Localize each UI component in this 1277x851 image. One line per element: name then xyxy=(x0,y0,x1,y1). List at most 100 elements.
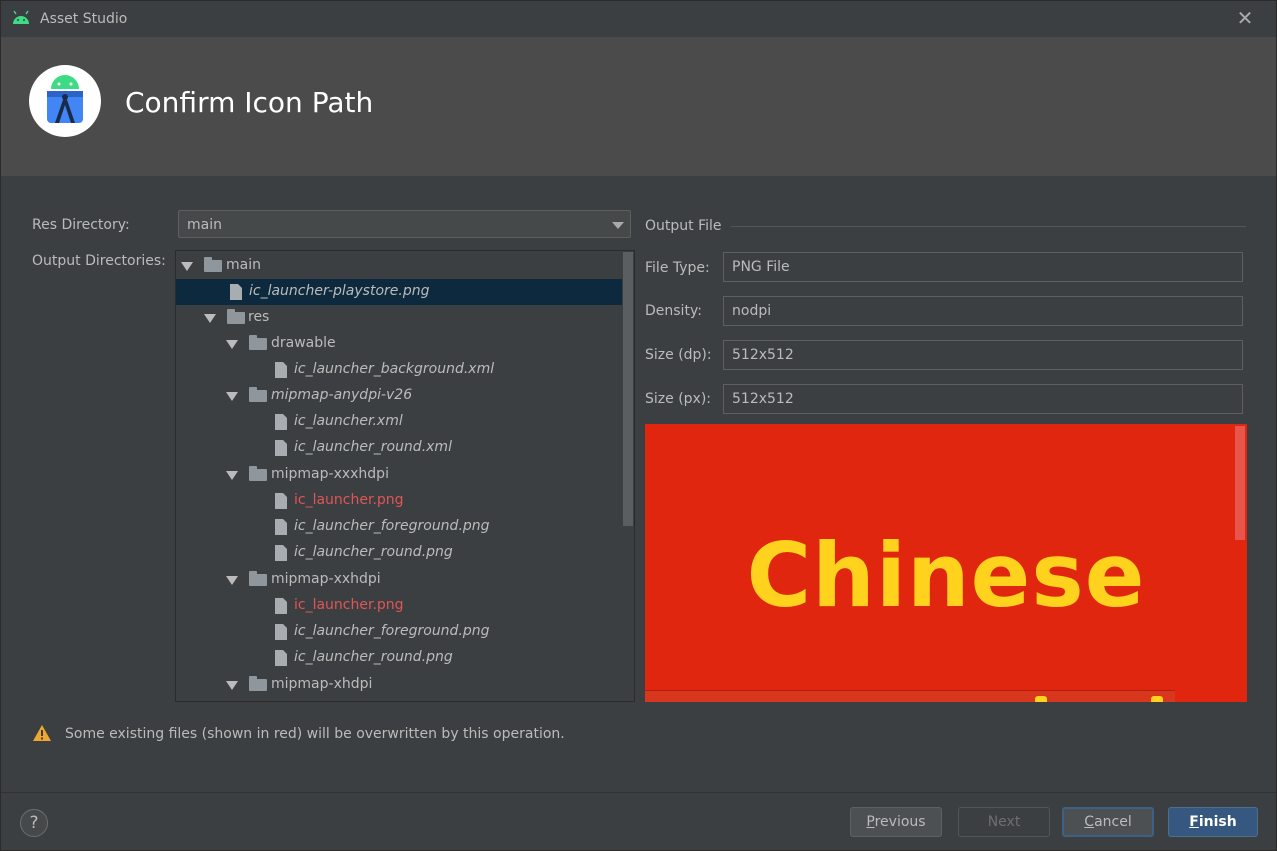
previous-label: revious xyxy=(874,814,926,830)
tree-row[interactable]: ic_launcher.png xyxy=(176,488,622,514)
folder-icon xyxy=(204,257,222,272)
android-studio-logo xyxy=(29,65,101,137)
page-title: Confirm Icon Path xyxy=(125,86,374,119)
size-dp-field: 512x512 xyxy=(723,340,1243,370)
tree-row-label: ic_launcher_foreground.png xyxy=(294,518,490,534)
tree-row[interactable]: ic_launcher_background.xml xyxy=(176,357,622,383)
tree-row[interactable]: mipmap-xxhdpi xyxy=(176,567,622,593)
section-divider xyxy=(731,226,1246,227)
tree-row-label: ic_launcher_foreground.png xyxy=(294,623,490,639)
tree-row[interactable]: ic_launcher_foreground.png xyxy=(176,514,622,540)
preview-scrollbar-thumb[interactable] xyxy=(1235,426,1245,540)
output-directories-label: Output Directories: xyxy=(32,253,166,269)
preview-bottom-stripe xyxy=(645,690,1175,702)
chevron-down-icon xyxy=(612,222,624,229)
cancel-mnemonic: C xyxy=(1084,814,1095,830)
tree-row[interactable]: ic_launcher_round.png xyxy=(176,540,622,566)
tree-row[interactable]: ic_launcher.xml xyxy=(176,409,622,435)
expand-arrow-icon[interactable] xyxy=(226,340,238,349)
finish-mnemonic: F xyxy=(1189,814,1199,830)
dialog-header: Confirm Icon Path xyxy=(1,37,1276,176)
finish-label: inish xyxy=(1198,814,1237,830)
expand-arrow-icon[interactable] xyxy=(226,471,238,480)
tree-scrollbar-thumb[interactable] xyxy=(623,252,633,526)
android-icon xyxy=(13,10,29,24)
file-icon xyxy=(275,519,287,535)
folder-icon xyxy=(249,466,267,481)
folder-icon xyxy=(249,335,267,350)
density-field: nodpi xyxy=(723,296,1243,326)
file-icon xyxy=(275,493,287,509)
expand-arrow-icon[interactable] xyxy=(204,314,216,323)
size-px-label: Size (px): xyxy=(645,391,712,407)
output-file-section-title: Output File xyxy=(645,218,722,234)
tree-row[interactable]: ic_launcher_foreground.png xyxy=(176,619,622,645)
preview-dot xyxy=(1151,696,1163,702)
output-directories-tree[interactable]: main ic_launcher-playstore.png res drawa… xyxy=(175,250,635,702)
tree-row[interactable]: mipmap-anydpi-v26 xyxy=(176,383,622,409)
res-directory-select[interactable]: main xyxy=(178,210,631,238)
tree-row[interactable]: mipmap-xxxhdpi xyxy=(176,462,622,488)
tree-row-selected[interactable]: ic_launcher-playstore.png xyxy=(176,279,622,305)
tree-row-label: main xyxy=(226,257,261,273)
expand-arrow-icon[interactable] xyxy=(181,262,193,271)
close-icon[interactable]: ✕ xyxy=(1234,7,1256,29)
next-button[interactable]: Next xyxy=(958,807,1050,837)
window-title: Asset Studio xyxy=(40,11,128,27)
expand-arrow-icon[interactable] xyxy=(226,576,238,585)
tree-row[interactable]: ic_launcher_round.xml xyxy=(176,435,622,461)
tree-row-label: drawable xyxy=(271,335,336,351)
file-type-label: File Type: xyxy=(645,260,710,276)
file-icon xyxy=(275,362,287,378)
previous-button[interactable]: Previous xyxy=(850,807,942,837)
tree-row-label: ic_launcher_round.png xyxy=(294,649,453,665)
file-icon xyxy=(275,624,287,640)
size-px-field: 512x512 xyxy=(723,384,1243,414)
asset-studio-dialog: Asset Studio ✕ Confirm Icon Path Res Dir… xyxy=(0,0,1277,851)
help-button[interactable]: ? xyxy=(20,809,48,837)
cancel-label: ancel xyxy=(1094,814,1132,830)
icon-preview: Chinese xyxy=(645,424,1247,702)
previous-mnemonic: P xyxy=(866,814,875,830)
file-icon xyxy=(275,598,287,614)
density-label: Density: xyxy=(645,303,702,319)
tree-row[interactable]: res xyxy=(176,305,622,331)
tree-row[interactable]: mipmap-xhdpi xyxy=(176,672,622,698)
tree-row-label: ic_launcher_round.png xyxy=(294,544,453,560)
file-icon xyxy=(275,440,287,456)
finish-button[interactable]: Finish xyxy=(1168,807,1258,837)
res-directory-value: main xyxy=(187,217,222,233)
android-studio-icon xyxy=(47,75,83,123)
tree-row[interactable]: ic_launcher.png xyxy=(176,593,622,619)
file-icon xyxy=(275,414,287,430)
warning-message: Some existing files (shown in red) will … xyxy=(65,726,565,742)
res-directory-label: Res Directory: xyxy=(32,217,130,233)
warning-icon xyxy=(33,725,51,741)
size-dp-label: Size (dp): xyxy=(645,347,712,363)
preview-dot xyxy=(1035,696,1047,702)
tree-row-label: mipmap-xhdpi xyxy=(271,676,373,692)
folder-icon xyxy=(249,676,267,691)
tree-row-label: mipmap-anydpi-v26 xyxy=(271,387,413,403)
cancel-button[interactable]: Cancel xyxy=(1062,807,1154,837)
density-value: nodpi xyxy=(732,303,772,319)
tree-row-label: mipmap-xxhdpi xyxy=(271,571,381,587)
tree-row-label-overwrite: ic_launcher.png xyxy=(294,492,404,508)
size-dp-value: 512x512 xyxy=(732,347,794,363)
file-type-value: PNG File xyxy=(732,259,790,275)
expand-arrow-icon[interactable] xyxy=(226,392,238,401)
tree-row-label: ic_launcher.xml xyxy=(294,413,403,429)
tree-row-label: ic_launcher-playstore.png xyxy=(249,283,430,299)
preview-text: Chinese xyxy=(746,524,1146,627)
tree-row-label: res xyxy=(248,309,270,325)
size-px-value: 512x512 xyxy=(732,391,794,407)
tree-row[interactable]: main xyxy=(176,253,622,279)
tree-row-label: ic_launcher_background.xml xyxy=(294,361,495,377)
folder-icon xyxy=(249,387,267,402)
tree-row-label: mipmap-xxxhdpi xyxy=(271,466,389,482)
title-bar: Asset Studio ✕ xyxy=(1,1,1276,37)
file-icon xyxy=(230,284,242,300)
tree-row[interactable]: drawable xyxy=(176,331,622,357)
tree-row[interactable]: ic_launcher_round.png xyxy=(176,645,622,671)
expand-arrow-icon[interactable] xyxy=(226,681,238,690)
